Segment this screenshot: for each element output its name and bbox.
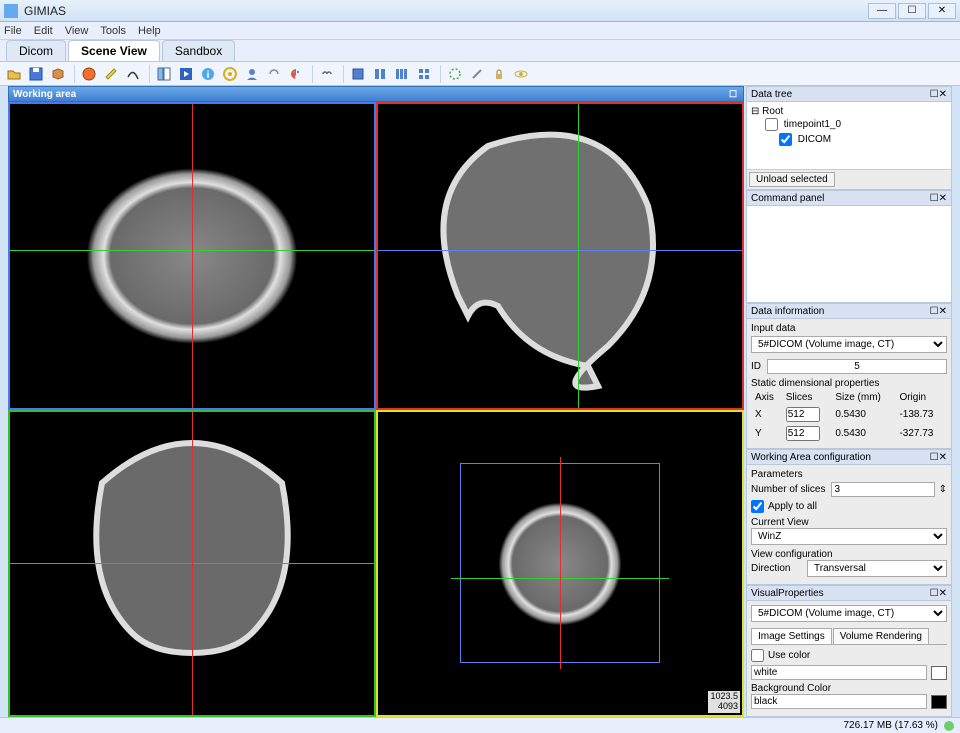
slice-axial[interactable] [8,102,376,410]
maximize-button[interactable]: ☐ [898,3,926,19]
dim-table: Axis Slices Size (mm) Origin X 0.5430 -1… [751,389,947,444]
slice-sagittal[interactable] [376,102,744,410]
titlebar: GIMIAS — ☐ ✕ [0,0,960,22]
command-header: Command panel ☐ ✕ [747,191,951,206]
open-icon[interactable] [4,64,24,84]
tab-sceneview[interactable]: Scene View [68,40,160,61]
menu-tools[interactable]: Tools [100,25,126,37]
view3-icon[interactable] [392,64,412,84]
refresh-icon[interactable] [264,64,284,84]
link-icon[interactable] [317,64,337,84]
palette-icon[interactable] [286,64,306,84]
dim-x-slices[interactable] [786,407,820,422]
waconfig-close-icon[interactable]: ✕ [939,452,947,463]
bgcolor-swatch[interactable] [931,695,947,709]
workarea-title: Working area [13,89,76,100]
tree-check-timepoint[interactable] [765,118,778,131]
info-icon[interactable]: i [198,64,218,84]
tree-check-dicom[interactable] [779,133,792,146]
datatree-header: Data tree ☐ ✕ [747,87,951,102]
command-close-icon[interactable]: ✕ [939,193,947,204]
menu-help[interactable]: Help [138,25,161,37]
workarea-dock-icon[interactable]: ☐ [727,88,739,100]
bgcolor-field[interactable] [751,694,927,709]
datatree-dock-icon[interactable]: ☐ [930,89,939,100]
waconfig-header: Working Area configuration ☐ ✕ [747,450,951,465]
svg-text:i: i [207,70,210,81]
app-icon [4,4,18,18]
menu-file[interactable]: File [4,25,22,37]
visual-close-icon[interactable]: ✕ [939,588,947,599]
slice-coronal[interactable] [8,410,376,718]
tree-item-timepoint[interactable]: timepoint1_0 [751,117,947,132]
play-icon[interactable] [176,64,196,84]
minimize-button[interactable]: — [868,3,896,19]
user-icon[interactable] [242,64,262,84]
command-dock-icon[interactable]: ☐ [930,193,939,204]
usecolor-check[interactable] [751,649,764,662]
slice-3d[interactable]: 1023.5 4093 [376,410,744,718]
datainfo-header: Data information ☐ ✕ [747,304,951,319]
dim-y-slices[interactable] [786,426,820,441]
wand-icon[interactable] [467,64,487,84]
datatree-close-icon[interactable]: ✕ [939,89,947,100]
visual-dock-icon[interactable]: ☐ [930,588,939,599]
datainfo-inputlabel: Input data [751,323,947,334]
tab-dicom[interactable]: Dicom [6,40,66,61]
curve-icon[interactable] [123,64,143,84]
menubar: File Edit View Tools Help [0,22,960,40]
layout-icon[interactable] [154,64,174,84]
tab-image-settings[interactable]: Image Settings [751,628,832,644]
nslices-stepper[interactable]: ⇕ [939,484,947,495]
unload-button[interactable]: Unload selected [749,172,835,187]
apply-all-check[interactable] [751,500,764,513]
view2-icon[interactable] [370,64,390,84]
visual-header: VisualProperties ☐ ✕ [747,586,951,601]
datainfo-dock-icon[interactable]: ☐ [930,306,939,317]
toolbar: i [0,62,960,86]
datainfo-close-icon[interactable]: ✕ [939,306,947,317]
globe-icon[interactable] [79,64,99,84]
fgcolor-swatch[interactable] [931,666,947,680]
menu-edit[interactable]: Edit [34,25,53,37]
lock-icon[interactable] [489,64,509,84]
sidebar: Data tree ☐ ✕ ⊟ Root timepoint1_0 DICOM … [746,86,952,717]
workarea-header: Working area ☐ [8,86,744,102]
tab-sandbox[interactable]: Sandbox [162,40,235,61]
tabstrip: Dicom Scene View Sandbox [0,40,960,62]
visual-combo[interactable]: 5#DICOM (Volume image, CT) [751,605,947,622]
menu-view[interactable]: View [65,25,89,37]
workgrid: 1023.5 4093 [8,102,744,717]
waconfig-dock-icon[interactable]: ☐ [930,452,939,463]
view1-icon[interactable] [348,64,368,84]
corner-labels: 1023.5 4093 [708,691,740,713]
eye-icon[interactable] [511,64,531,84]
target-icon[interactable] [220,64,240,84]
box-icon[interactable] [48,64,68,84]
close-button[interactable]: ✕ [928,3,956,19]
window-title: GIMIAS [24,4,66,18]
tree-item-dicom[interactable]: DICOM [751,132,947,147]
direction-combo[interactable]: Transversal [807,560,947,577]
datainfo-input-combo[interactable]: 5#DICOM (Volume image, CT) [751,336,947,353]
statusbar: 726.17 MB (17.63 %) [0,717,960,733]
reset-icon[interactable] [445,64,465,84]
nslices-field[interactable] [831,482,934,497]
tree-root[interactable]: ⊟ Root [751,106,947,117]
datainfo-id-field[interactable] [767,359,947,374]
static-props-label: Static dimensional properties [751,378,947,389]
status-led-icon [944,721,954,731]
tab-volume-rendering[interactable]: Volume Rendering [833,628,929,644]
measure-icon[interactable] [101,64,121,84]
save-icon[interactable] [26,64,46,84]
view4-icon[interactable] [414,64,434,84]
status-memory: 726.17 MB (17.63 %) [844,720,939,731]
fgcolor-field[interactable] [751,665,927,680]
currentview-combo[interactable]: WinZ [751,528,947,545]
